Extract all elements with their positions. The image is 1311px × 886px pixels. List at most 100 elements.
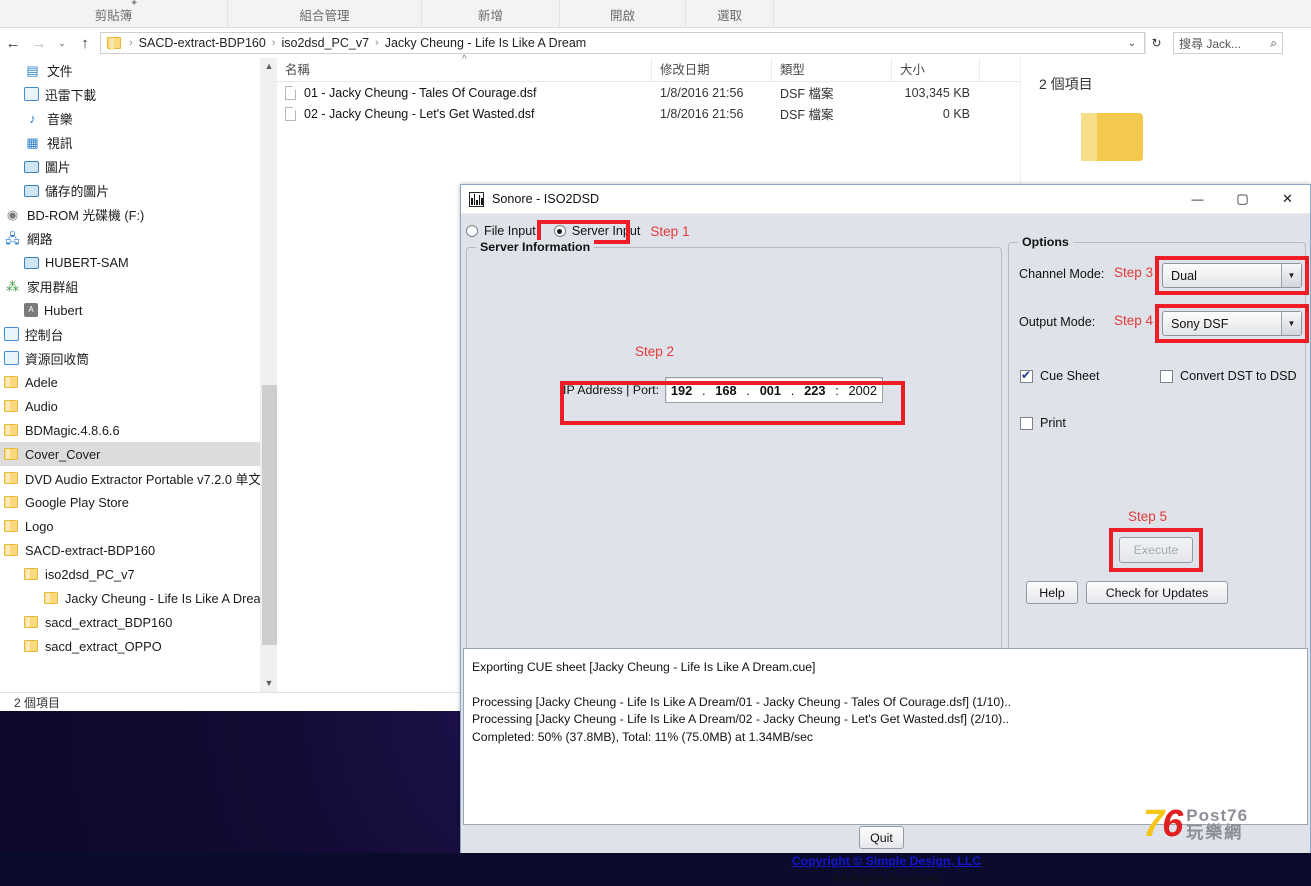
saved-pictures-icon bbox=[24, 185, 39, 197]
nav-item[interactable]: ▤ 文件 bbox=[0, 58, 277, 82]
convert-dst-checkbox[interactable]: Convert DST to DSD bbox=[1160, 369, 1297, 383]
step4-annotation: Step 4 bbox=[1114, 313, 1154, 328]
log-line: Completed: 50% (37.8MB), Total: 11% (75.… bbox=[472, 729, 813, 744]
help-button[interactable]: Help bbox=[1026, 581, 1078, 604]
ip-octet-2[interactable]: 168 bbox=[715, 383, 736, 398]
nav-item[interactable]: sacd_extract_BDP160 bbox=[0, 610, 277, 634]
nav-item[interactable]: BDMagic.4.8.6.6 bbox=[0, 418, 277, 442]
ip-octet-1[interactable]: 192 bbox=[671, 383, 692, 398]
nav-item[interactable]: DVD Audio Extractor Portable v7.2.0 单文 bbox=[0, 466, 277, 490]
nav-item[interactable]: 控制台 bbox=[0, 322, 277, 346]
chevron-down-icon[interactable]: ▼ bbox=[1281, 264, 1301, 287]
step2-annotation: Step 2 bbox=[635, 344, 675, 359]
ribbon-tab-clipboard[interactable]: 剪貼簿 bbox=[0, 0, 228, 28]
nav-item[interactable]: 迅雷下載 bbox=[0, 82, 277, 106]
search-input[interactable]: 搜尋 Jack... ⌕ bbox=[1173, 32, 1283, 54]
scrollbar-thumb[interactable] bbox=[262, 385, 277, 645]
column-header-type[interactable]: 類型 bbox=[772, 57, 892, 82]
quit-button[interactable]: Quit bbox=[859, 826, 904, 849]
chevron-down-icon[interactable]: ⌄ bbox=[1122, 38, 1142, 49]
nav-item[interactable]: iso2dsd_PC_v7 bbox=[0, 562, 277, 586]
nav-item[interactable]: ◉ BD-ROM 光碟機 (F:) bbox=[0, 202, 277, 226]
nav-item[interactable]: Cover_Cover bbox=[0, 442, 277, 466]
scroll-down-icon[interactable]: ▼ bbox=[261, 675, 277, 692]
table-row[interactable]: 01 - Jacky Cheung - Tales Of Courage.dsf… bbox=[277, 82, 1020, 103]
nav-item[interactable]: ▦ 視訊 bbox=[0, 130, 277, 154]
nav-item[interactable]: ⁂ 家用群組 bbox=[0, 274, 277, 298]
recent-locations-button[interactable]: ⌄ bbox=[52, 30, 72, 56]
execute-button[interactable]: Execute bbox=[1119, 537, 1193, 563]
address-bar: ← → ⌄ ↑ › SACD-extract-BDP160 › iso2dsd_… bbox=[0, 29, 1311, 57]
ribbon-tab-open[interactable]: 開啟 bbox=[560, 0, 686, 28]
server-input-label: Server Input bbox=[571, 224, 641, 238]
breadcrumb-item-1[interactable]: SACD-extract-BDP160 bbox=[137, 36, 268, 50]
breadcrumb-item-2[interactable]: iso2dsd_PC_v7 bbox=[279, 36, 371, 50]
video-icon: ▦ bbox=[26, 134, 39, 150]
ip-octet-3[interactable]: 001 bbox=[760, 383, 781, 398]
minimize-button[interactable]: — bbox=[1175, 185, 1220, 213]
nav-item[interactable]: A Hubert bbox=[0, 298, 277, 322]
nav-item-label: Hubert bbox=[44, 302, 83, 318]
ip-colon: : bbox=[835, 382, 839, 398]
copyright-link[interactable]: Copyright © Simple Design, LLC bbox=[461, 854, 1311, 868]
nav-item[interactable]: Audio bbox=[0, 394, 277, 418]
table-row[interactable]: 02 - Jacky Cheung - Let's Get Wasted.dsf… bbox=[277, 103, 1020, 124]
channel-mode-select[interactable]: Dual ▼ bbox=[1162, 263, 1302, 288]
nav-item[interactable]: Adele bbox=[0, 370, 277, 394]
back-button[interactable]: ← bbox=[0, 30, 26, 56]
ribbon-tab-organize[interactable]: 組合管理 bbox=[228, 0, 422, 28]
ribbon-tab-label: 組合管理 bbox=[299, 8, 350, 23]
scroll-up-icon[interactable]: ▲ bbox=[261, 58, 277, 75]
output-mode-select[interactable]: Sony DSF ▼ bbox=[1162, 311, 1302, 336]
search-icon: ⌕ bbox=[1270, 35, 1277, 50]
nav-item-label: Adele bbox=[25, 374, 58, 390]
control-panel-icon bbox=[4, 327, 19, 341]
documents-icon: ▤ bbox=[26, 62, 39, 78]
nav-item[interactable]: ♪ 音樂 bbox=[0, 106, 277, 130]
nav-item[interactable]: 資源回收筒 bbox=[0, 346, 277, 370]
ip-address-input[interactable]: 192 . 168 . 001 . 223 : 2002 bbox=[664, 377, 883, 403]
file-input-radio[interactable]: File Input bbox=[466, 224, 536, 238]
maximize-button[interactable]: ▢ bbox=[1220, 185, 1265, 213]
ip-dot: . bbox=[790, 382, 795, 398]
check-updates-button[interactable]: Check for Updates bbox=[1086, 581, 1228, 604]
execute-label: Execute bbox=[1133, 543, 1179, 557]
server-input-radio[interactable]: Server Input bbox=[553, 224, 641, 238]
chevron-down-icon[interactable]: ▼ bbox=[1281, 312, 1301, 335]
nav-item-label: sacd_extract_OPPO bbox=[45, 638, 162, 654]
nav-item[interactable]: sacd_extract_OPPO bbox=[0, 634, 277, 658]
optical-drive-icon: ◉ bbox=[6, 206, 19, 222]
nav-item[interactable]: Google Play Store bbox=[0, 490, 277, 514]
ribbon-tab-new[interactable]: 新增 bbox=[422, 0, 560, 28]
breadcrumb-item-3[interactable]: Jacky Cheung - Life Is Like A Dream bbox=[383, 36, 588, 50]
nav-item[interactable]: Jacky Cheung - Life Is Like A Dream bbox=[0, 586, 277, 610]
iso2dsd-dialog: Sonore - ISO2DSD — ▢ ✕ File Input Server… bbox=[460, 184, 1311, 886]
column-header-size[interactable]: 大小 bbox=[892, 57, 980, 82]
column-header-modified[interactable]: 修改日期 bbox=[652, 57, 772, 82]
dialog-title-bar[interactable]: Sonore - ISO2DSD — ▢ ✕ bbox=[461, 185, 1310, 214]
breadcrumb[interactable]: › SACD-extract-BDP160 › iso2dsd_PC_v7 › … bbox=[100, 32, 1145, 54]
nav-scrollbar[interactable]: ▲ ▼ bbox=[260, 58, 277, 692]
ribbon-tab-select[interactable]: 選取 bbox=[686, 0, 774, 28]
refresh-button[interactable]: ↻ bbox=[1145, 32, 1167, 54]
nav-item[interactable]: 🖧 網路 bbox=[0, 226, 277, 250]
nav-item[interactable]: 儲存的圖片 bbox=[0, 178, 277, 202]
cue-sheet-checkbox[interactable]: Cue Sheet bbox=[1020, 368, 1100, 383]
nav-item[interactable]: 圖片 bbox=[0, 154, 277, 178]
print-checkbox[interactable]: Print bbox=[1020, 416, 1066, 430]
nav-item-label: 音樂 bbox=[47, 111, 73, 127]
item-count-label: 2 個項目 bbox=[1039, 76, 1093, 92]
nav-item[interactable]: HUBERT-SAM bbox=[0, 250, 277, 274]
folder-icon bbox=[4, 520, 18, 532]
close-button[interactable]: ✕ bbox=[1265, 185, 1310, 213]
watermark-7: 7 bbox=[1143, 803, 1164, 845]
ip-octet-4[interactable]: 223 bbox=[804, 383, 825, 398]
quit-label: Quit bbox=[870, 830, 893, 845]
ribbon-tab-label: 選取 bbox=[716, 8, 742, 23]
up-button[interactable]: ↑ bbox=[72, 30, 98, 56]
nav-item[interactable]: Logo bbox=[0, 514, 277, 538]
port-input[interactable]: 2002 bbox=[849, 383, 877, 398]
forward-button[interactable]: → bbox=[26, 30, 52, 56]
chevron-down-icon: ⌄ bbox=[58, 37, 66, 48]
nav-item[interactable]: SACD-extract-BDP160 bbox=[0, 538, 277, 562]
